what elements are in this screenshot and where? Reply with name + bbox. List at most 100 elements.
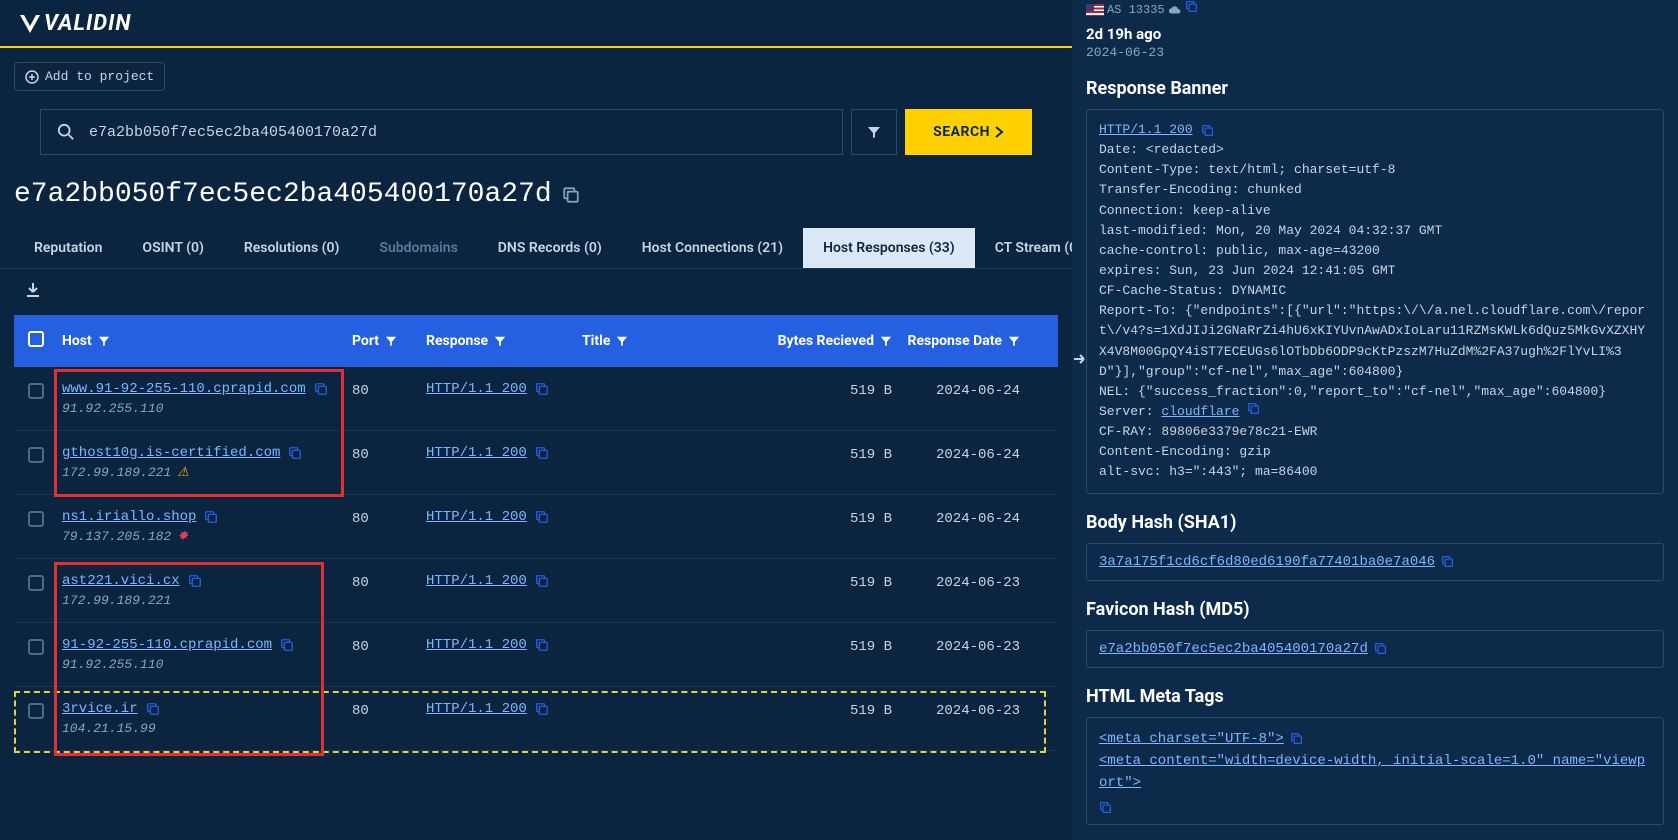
response-link[interactable]: HTTP/1.1 200 <box>426 381 527 397</box>
copy-icon[interactable] <box>280 638 294 652</box>
search-value: e7a2bb050f7ec5ec2ba405400170a27d <box>89 124 377 141</box>
tab-0[interactable]: Reputation <box>14 228 122 268</box>
copy-icon[interactable] <box>314 382 328 396</box>
tab-6[interactable]: Host Responses (33) <box>803 228 975 268</box>
copy-icon[interactable] <box>1374 642 1387 655</box>
copy-icon[interactable] <box>535 574 549 588</box>
col-host[interactable]: Host <box>62 333 352 349</box>
row-date: 2024-06-24 <box>892 381 1020 399</box>
search-filter-dropdown[interactable] <box>851 109 897 155</box>
host-link[interactable]: ns1.iriallo.shop <box>62 509 196 525</box>
meta-tag-link[interactable]: <meta content="width=device-width, initi… <box>1099 750 1651 795</box>
response-ago: 2d 19h ago <box>1086 25 1664 43</box>
host-link[interactable]: 91-92-255-110.cprapid.com <box>62 637 272 653</box>
cloud-icon <box>1168 4 1182 16</box>
response-banner: HTTP/1.1 200 Date: <redacted> Content-Ty… <box>1086 109 1664 494</box>
response-link[interactable]: HTTP/1.1 200 <box>426 445 527 461</box>
row-port: 80 <box>352 381 426 399</box>
banner-server-link[interactable]: cloudflare <box>1161 404 1239 419</box>
row-checkbox[interactable] <box>28 575 44 591</box>
add-to-project-button[interactable]: Add to project <box>14 62 165 91</box>
search-button[interactable]: SEARCH <box>905 109 1032 155</box>
response-link[interactable]: HTTP/1.1 200 <box>426 573 527 589</box>
host-ip: 104.21.15.99 <box>62 721 156 736</box>
response-link[interactable]: HTTP/1.1 200 <box>426 637 527 653</box>
select-all-checkbox[interactable] <box>28 331 44 347</box>
copy-icon[interactable] <box>204 510 218 524</box>
tab-7[interactable]: CT Stream (0) <box>975 228 1072 268</box>
favicon-hash-heading: Favicon Hash (MD5) <box>1086 599 1664 620</box>
host-ip: 91.92.255.110 <box>62 657 163 672</box>
copy-icon[interactable] <box>535 702 549 716</box>
collapse-panel-button[interactable] <box>1072 350 1088 372</box>
col-response[interactable]: Response <box>426 333 582 349</box>
row-checkbox[interactable] <box>28 383 44 399</box>
row-checkbox[interactable] <box>28 447 44 463</box>
row-bytes: 519 B <box>752 573 892 591</box>
copy-icon[interactable] <box>535 510 549 524</box>
host-link[interactable]: www.91-92-255-110.cprapid.com <box>62 381 306 397</box>
copy-icon[interactable] <box>1099 801 1112 814</box>
banner-status-link[interactable]: HTTP/1.1 200 <box>1099 120 1193 140</box>
banner-heading: Response Banner <box>1086 78 1664 99</box>
row-port: 80 <box>352 509 426 527</box>
row-port: 80 <box>352 637 426 655</box>
copy-icon[interactable] <box>1201 124 1214 137</box>
tab-5[interactable]: Host Connections (21) <box>622 228 803 268</box>
download-icon[interactable] <box>24 281 42 299</box>
warning-icon: ⚠ <box>177 465 189 480</box>
copy-icon[interactable] <box>562 186 580 204</box>
host-link[interactable]: 3rvice.ir <box>62 701 138 717</box>
host-ip: 91.92.255.110 <box>62 401 163 416</box>
host-ip: 79.137.205.182 ✸ <box>62 529 188 544</box>
copy-icon[interactable] <box>188 574 202 588</box>
search-input[interactable]: e7a2bb050f7ec5ec2ba405400170a27d <box>40 109 843 155</box>
row-bytes: 519 B <box>752 701 892 719</box>
copy-icon[interactable] <box>288 446 302 460</box>
host-link[interactable]: ast221.vici.cx <box>62 573 180 589</box>
row-port: 80 <box>352 445 426 463</box>
row-checkbox[interactable] <box>28 703 44 719</box>
row-bytes: 519 B <box>752 381 892 399</box>
copy-icon[interactable] <box>535 638 549 652</box>
copy-icon[interactable] <box>1185 0 1198 13</box>
malware-icon: ✸ <box>177 529 188 544</box>
asn: AS 13335 <box>1107 3 1165 17</box>
table-row: ns1.iriallo.shop 79.137.205.182 ✸ 80HTTP/1… <box>14 495 1058 559</box>
tab-4[interactable]: DNS Records (0) <box>478 228 622 268</box>
host-link[interactable]: gthost10g.is-certified.com <box>62 445 280 461</box>
search-button-label: SEARCH <box>933 124 990 140</box>
page-title: e7a2bb050f7ec5ec2ba405400170a27d <box>0 155 1072 228</box>
table-row: 91-92-255-110.cprapid.com 91.92.255.110 80… <box>14 623 1058 687</box>
plus-circle-icon <box>25 70 39 84</box>
row-checkbox[interactable] <box>28 511 44 527</box>
col-bytes[interactable]: Bytes Recieved <box>752 333 892 349</box>
response-link[interactable]: HTTP/1.1 200 <box>426 701 527 717</box>
favicon-hash-link[interactable]: e7a2bb050f7ec5ec2ba405400170a27d <box>1099 641 1368 657</box>
tab-1[interactable]: OSINT (0) <box>122 228 223 268</box>
tab-2[interactable]: Resolutions (0) <box>224 228 360 268</box>
copy-icon[interactable] <box>146 702 160 716</box>
response-link[interactable]: HTTP/1.1 200 <box>426 509 527 525</box>
col-date[interactable]: Response Date <box>892 333 1020 349</box>
tab-3[interactable]: Subdomains <box>359 228 477 268</box>
add-to-project-label: Add to project <box>45 69 154 84</box>
row-date: 2024-06-24 <box>892 509 1020 527</box>
copy-icon[interactable] <box>1441 555 1454 568</box>
col-port[interactable]: Port <box>352 333 426 349</box>
table-row: www.91-92-255-110.cprapid.com 91.92.255.1… <box>14 367 1058 431</box>
copy-icon[interactable] <box>1290 732 1303 745</box>
meta-tags-heading: HTML Meta Tags <box>1086 686 1664 707</box>
row-checkbox[interactable] <box>28 639 44 655</box>
body-hash-link[interactable]: 3a7a175f1cd6cf6d80ed6190fa77401ba0e7a046 <box>1099 554 1435 570</box>
chevron-right-icon <box>994 126 1004 138</box>
row-port: 80 <box>352 573 426 591</box>
copy-icon[interactable] <box>535 446 549 460</box>
row-date: 2024-06-24 <box>892 445 1020 463</box>
copy-icon[interactable] <box>1247 402 1260 415</box>
copy-icon[interactable] <box>535 382 549 396</box>
table-row: 3rvice.ir104.21.15.9980HTTP/1.1 200519 B… <box>14 687 1058 751</box>
row-bytes: 519 B <box>752 445 892 463</box>
col-title[interactable]: Title <box>582 333 752 349</box>
meta-tag-link[interactable]: <meta charset="UTF-8"> <box>1099 728 1284 750</box>
